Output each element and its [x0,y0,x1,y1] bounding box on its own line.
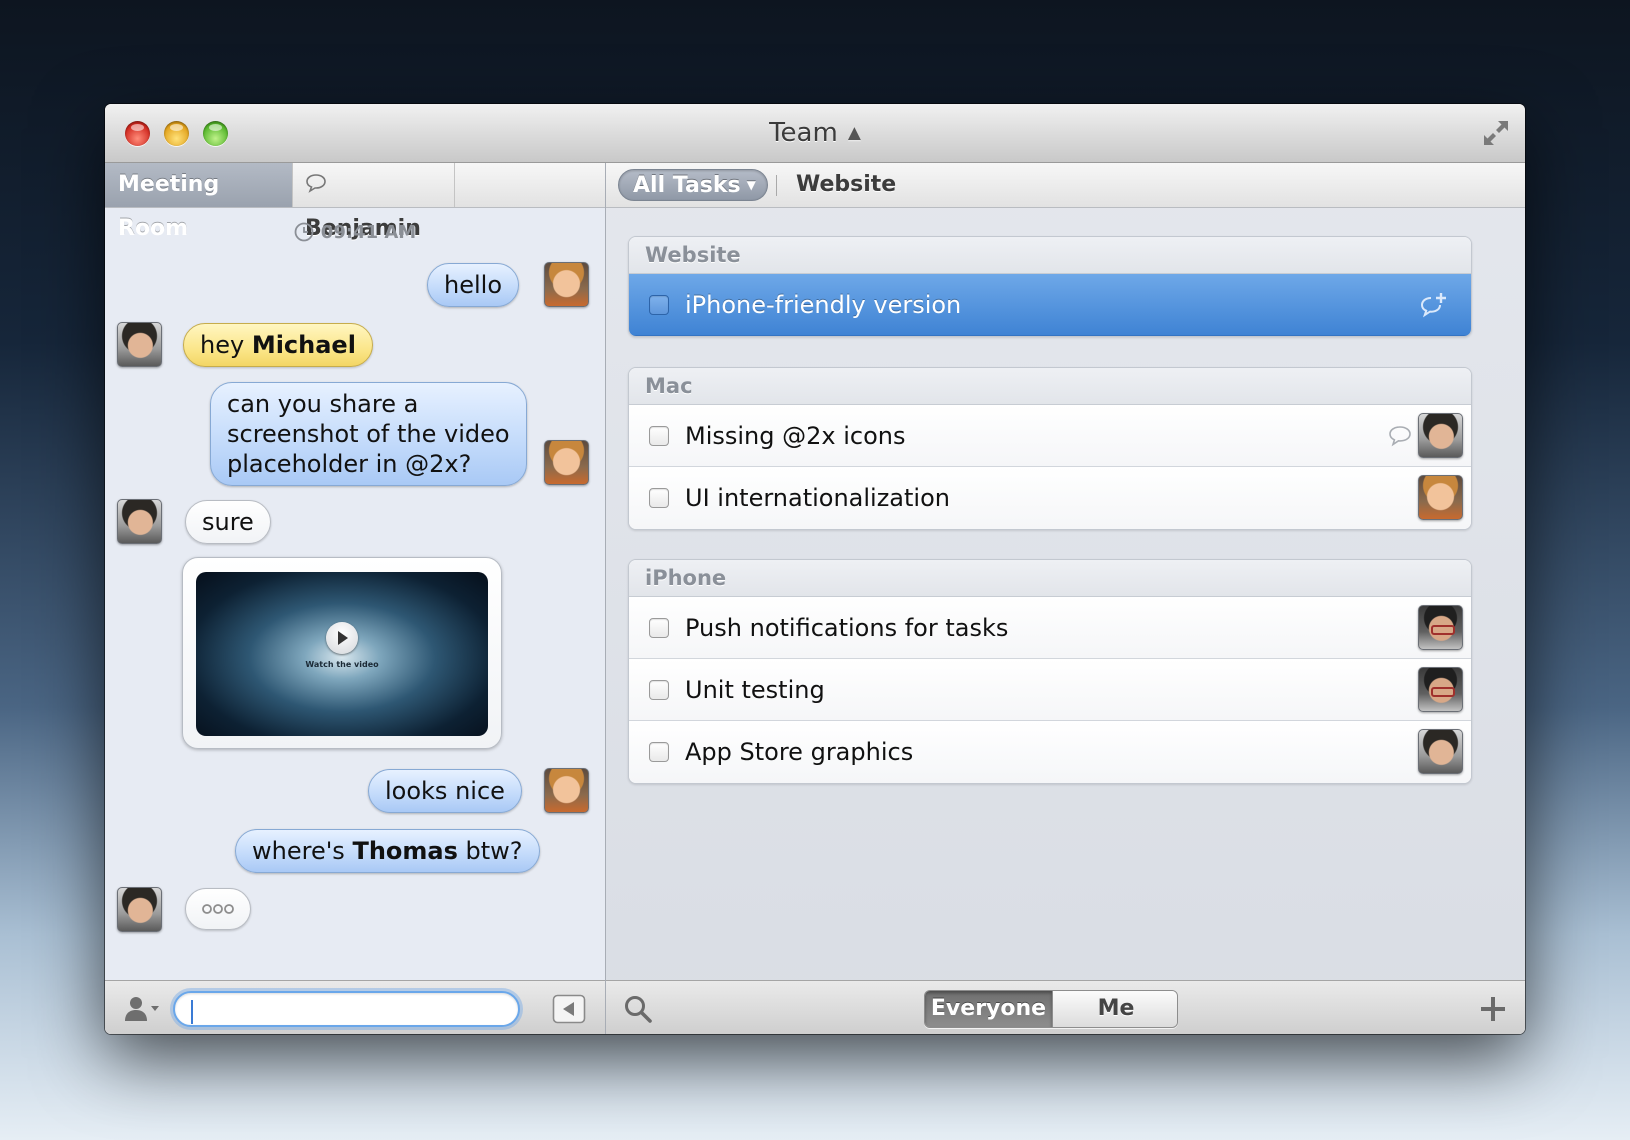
mention-text: Thomas [352,837,458,865]
chevron-down-icon: ▼ [746,178,756,192]
message-line: can you share a [227,390,419,418]
title-bar: Team ▲ [105,104,1525,163]
add-comment-icon[interactable] [1419,291,1449,319]
person-icon[interactable] [122,994,162,1024]
play-icon[interactable] [326,622,358,654]
task-label: Missing @2x icons [685,422,906,450]
task-checkbox[interactable] [649,742,669,762]
task-row[interactable]: Push notifications for tasks [629,597,1471,659]
scope-segmented-control: Everyone Me [924,990,1178,1028]
message-text: hey [200,331,252,359]
timestamp-text: 09:41 AM [320,222,417,243]
task-checkbox[interactable] [649,618,669,638]
chat-timestamp: 09:41 AM [105,222,605,243]
message-text: hello [444,271,502,299]
send-icon[interactable] [552,994,586,1024]
clock-icon [294,222,314,242]
task-label: App Store graphics [685,738,914,766]
task-group-website: Website iPhone-friendly version [628,236,1472,337]
message-text: btw? [457,837,523,865]
task-row[interactable]: App Store graphics [629,721,1471,783]
typing-indicator [185,888,251,930]
all-tasks-filter[interactable]: All Tasks ▼ [618,169,768,201]
separator [776,175,777,196]
chat-transcript[interactable]: 09:41 AM hello hey Michael can you share… [105,208,605,980]
filter-label: All Tasks [633,173,741,198]
message-text: where's [252,837,353,865]
assignee-avatar[interactable] [1418,729,1463,774]
task-group-iphone: iPhone Push notifications for tasks Unit… [628,559,1472,784]
chat-toolbar [105,980,605,1034]
message-text: looks nice [385,777,505,805]
scope-everyone[interactable]: Everyone [925,991,1052,1027]
comment-icon[interactable] [1387,425,1413,447]
video-caption: Watch the video [305,660,379,669]
message-text: sure [202,508,254,536]
task-label: iPhone-friendly version [685,291,962,319]
assignee-avatar[interactable] [1418,413,1463,458]
task-checkbox[interactable] [649,488,669,508]
group-header: iPhone [629,560,1471,597]
task-label: Unit testing [685,676,825,704]
chat-message-input[interactable] [173,991,520,1027]
speech-bubble-icon [306,174,326,193]
typing-dots-icon [202,904,234,914]
window-title-selector[interactable]: Team ▲ [105,118,1525,148]
chat-pane: Meeting Room Benjamin 09:41 AM hello hey… [105,163,606,1034]
up-down-arrows-icon: ▲ [847,123,861,143]
tasks-toolbar: Everyone Me [606,980,1525,1034]
chat-bubble-outgoing: looks nice [368,769,522,813]
task-row[interactable]: Unit testing [629,659,1471,721]
tasks-tab-bar: All Tasks ▼ Website [606,163,1525,208]
chat-tab-bar: Meeting Room Benjamin [105,163,605,241]
chat-bubble-outgoing: hello [427,263,519,307]
task-group-mac: Mac Missing @2x icons UI internationaliz… [628,367,1472,530]
scope-me[interactable]: Me [1052,991,1177,1027]
fullscreen-icon[interactable] [1481,118,1511,148]
task-row[interactable]: Missing @2x icons [629,405,1471,467]
window-title: Team [769,118,838,148]
video-attachment[interactable]: Watch the video [182,557,502,749]
group-header: Mac [629,368,1471,405]
avatar [117,499,162,544]
task-label: Push notifications for tasks [685,614,1009,642]
avatar [544,440,589,485]
video-thumbnail[interactable]: Watch the video [196,572,488,736]
search-icon[interactable] [622,993,654,1025]
task-row[interactable]: UI internationalization [629,467,1471,529]
mention-text: Michael [251,331,356,359]
chat-bubble-incoming: sure [185,500,271,544]
chat-bubble-outgoing: where's Thomas btw? [235,829,540,873]
message-line: screenshot of the video [227,420,510,448]
assignee-avatar[interactable] [1418,475,1463,520]
tasks-pane: All Tasks ▼ Website Website iPhone-friend… [606,163,1525,1034]
chat-bubble-incoming-highlight: hey Michael [183,323,373,367]
task-checkbox[interactable] [649,426,669,446]
avatar [117,322,162,367]
message-line: placeholder in @2x? [227,450,472,478]
assignee-avatar[interactable] [1418,667,1463,712]
add-task-icon[interactable] [1477,993,1509,1025]
chat-bubble-outgoing: can you share a screenshot of the video … [210,382,527,486]
avatar [117,887,162,932]
app-window: Team ▲ Meeting Room Benjamin 09:41 AM he… [105,104,1525,1034]
avatar [544,768,589,813]
breadcrumb[interactable]: Website [796,163,896,207]
assignee-avatar[interactable] [1418,605,1463,650]
task-checkbox[interactable] [649,295,669,315]
avatar [544,262,589,307]
group-header: Website [629,237,1471,274]
task-checkbox[interactable] [649,680,669,700]
tab-benjamin[interactable]: Benjamin [293,163,455,241]
task-label: UI internationalization [685,484,950,512]
text-caret [191,1000,193,1024]
task-row[interactable]: iPhone-friendly version [629,274,1471,336]
tab-meeting-room[interactable]: Meeting Room [105,163,293,241]
